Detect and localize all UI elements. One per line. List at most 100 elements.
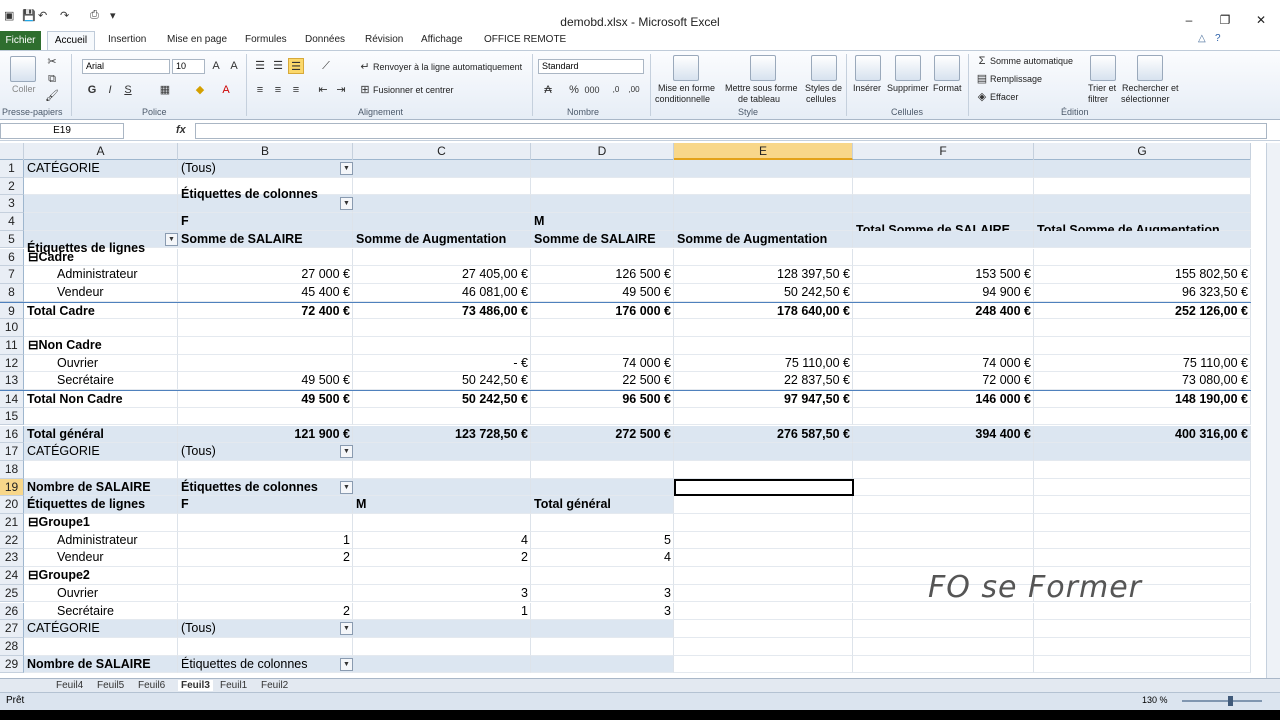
currency-icon[interactable]: ₳ (540, 82, 556, 98)
tab-affichage[interactable]: Affichage (421, 34, 463, 45)
cell-f3[interactable] (853, 195, 1034, 213)
delete-icon[interactable] (895, 55, 921, 81)
cell-g8[interactable]: 96 323,50 € (1034, 284, 1251, 302)
cell-c4[interactable] (353, 213, 531, 231)
cell-f18[interactable] (853, 461, 1034, 479)
find-select-line1[interactable]: Rechercher et (1122, 83, 1179, 93)
cell-g11[interactable] (1034, 337, 1251, 355)
cell-d5[interactable]: Somme de SALAIRE (531, 231, 674, 249)
clear-button[interactable]: Effacer (990, 92, 1018, 102)
autosum-button[interactable]: Somme automatique (990, 56, 1073, 66)
row-header[interactable]: 9 (0, 302, 24, 320)
cell-g6[interactable] (1034, 249, 1251, 267)
percent-icon[interactable]: % (566, 82, 582, 98)
cell-d8[interactable]: 49 500 € (531, 284, 674, 302)
cell-e28[interactable] (674, 638, 853, 656)
cell-f5[interactable] (853, 231, 1034, 249)
cell-d16[interactable]: 272 500 € (531, 426, 674, 444)
cell-f15[interactable] (853, 408, 1034, 426)
insert-function-icon[interactable]: fx (176, 124, 186, 136)
cell-e9[interactable]: 178 640,00 € (674, 303, 853, 320)
cell-a8[interactable]: Vendeur (24, 284, 178, 302)
cell-e29[interactable] (674, 656, 853, 674)
cell-b27[interactable]: (Tous) (178, 620, 353, 638)
row-header[interactable]: 26 (0, 602, 24, 621)
column-header-f[interactable]: F (853, 143, 1034, 160)
cell-a20[interactable]: Étiquettes de lignes (24, 496, 178, 514)
shrink-font-icon[interactable]: A (226, 58, 242, 74)
delete-button[interactable]: Supprimer (887, 83, 929, 93)
cell-e25[interactable] (674, 585, 853, 603)
cell-e14[interactable]: 97 947,50 € (674, 391, 853, 408)
row-header[interactable]: 7 (0, 266, 24, 284)
cell-a15[interactable] (24, 408, 178, 426)
font-size-select[interactable]: 10 (172, 59, 205, 74)
sort-filter-icon[interactable] (1090, 55, 1116, 81)
sheet-tab-feuil3[interactable]: Feuil3 (178, 680, 213, 691)
row-header[interactable]: 16 (0, 425, 24, 444)
cell-g3[interactable] (1034, 195, 1251, 213)
sheet-tab-feuil2[interactable]: Feuil2 (261, 680, 288, 691)
row-header[interactable]: 1 (0, 160, 24, 178)
tab-donnees[interactable]: Données (305, 34, 345, 45)
cell-b26[interactable]: 2 (178, 603, 353, 621)
cell-g13[interactable]: 73 080,00 € (1034, 372, 1251, 390)
conditional-format-line2[interactable]: conditionnelle (655, 94, 710, 104)
cell-b10[interactable] (178, 319, 353, 337)
cell-d23[interactable]: 4 (531, 549, 674, 567)
cell-b16[interactable]: 121 900 € (178, 426, 353, 444)
row-header[interactable]: 14 (0, 391, 24, 408)
tab-office-remote[interactable]: OFFICE REMOTE (484, 34, 566, 45)
cell-c25[interactable]: 3 (353, 585, 531, 603)
cell-f26[interactable] (853, 603, 1034, 621)
cell-c17[interactable] (353, 443, 531, 461)
cell-g15[interactable] (1034, 408, 1251, 426)
row-header[interactable]: 27 (0, 620, 24, 638)
column-header-e[interactable]: E (674, 143, 853, 160)
cell-a21[interactable]: ⊟Groupe1 (24, 514, 178, 532)
filter-dropdown-icon[interactable]: ▼ (165, 232, 178, 246)
row-header[interactable]: 22 (0, 531, 24, 550)
merge-center-button[interactable]: Fusionner et centrer (373, 85, 454, 95)
cell-f13[interactable]: 72 000 € (853, 372, 1034, 390)
filter-dropdown-icon[interactable]: ▼ (340, 445, 353, 459)
zoom-level[interactable]: 130 % (1142, 695, 1168, 705)
column-header-d[interactable]: D (531, 143, 674, 160)
cell-e15[interactable] (674, 408, 853, 426)
grow-font-icon[interactable]: A (208, 58, 224, 74)
cell-d15[interactable] (531, 408, 674, 426)
cell-g21[interactable] (1034, 514, 1251, 532)
cell-c3[interactable] (353, 195, 531, 213)
cell-e6[interactable] (674, 249, 853, 267)
cell-g18[interactable] (1034, 461, 1251, 479)
row-header[interactable]: 2 (0, 177, 24, 196)
row-header[interactable]: 15 (0, 407, 24, 426)
filter-dropdown-icon[interactable]: ▼ (340, 657, 353, 671)
fill-icon[interactable]: ▤ (974, 71, 990, 87)
cell-b9[interactable]: 72 400 € (178, 303, 353, 320)
align-top-icon[interactable]: ☰ (252, 58, 268, 74)
cell-e22[interactable] (674, 532, 853, 550)
insert-icon[interactable] (855, 55, 881, 81)
row-header[interactable]: 23 (0, 549, 24, 568)
tab-formules[interactable]: Formules (245, 34, 287, 45)
cell-a1[interactable]: CATÉGORIE (24, 160, 178, 178)
autosum-icon[interactable]: Σ (974, 53, 990, 69)
row-header[interactable]: 24 (0, 567, 24, 585)
cell-e11[interactable] (674, 337, 853, 355)
cell-g9[interactable]: 252 126,00 € (1034, 303, 1251, 320)
column-header-c[interactable]: C (353, 143, 531, 160)
cell-c26[interactable]: 1 (353, 603, 531, 621)
underline-icon[interactable]: S (120, 82, 136, 98)
tab-fichier[interactable]: Fichier (0, 31, 41, 50)
cell-e8[interactable]: 50 242,50 € (674, 284, 853, 302)
cell-b19[interactable]: Étiquettes de colonnes (178, 479, 353, 497)
cell-g7[interactable]: 155 802,50 € (1034, 266, 1251, 284)
cell-g1[interactable] (1034, 160, 1251, 178)
select-all-corner[interactable] (0, 143, 24, 160)
cell-a11[interactable]: ⊟Non Cadre (24, 337, 178, 355)
cell-b8[interactable]: 45 400 € (178, 284, 353, 302)
cell-f1[interactable] (853, 160, 1034, 178)
cell-e1[interactable] (674, 160, 853, 178)
cell-c23[interactable]: 2 (353, 549, 531, 567)
